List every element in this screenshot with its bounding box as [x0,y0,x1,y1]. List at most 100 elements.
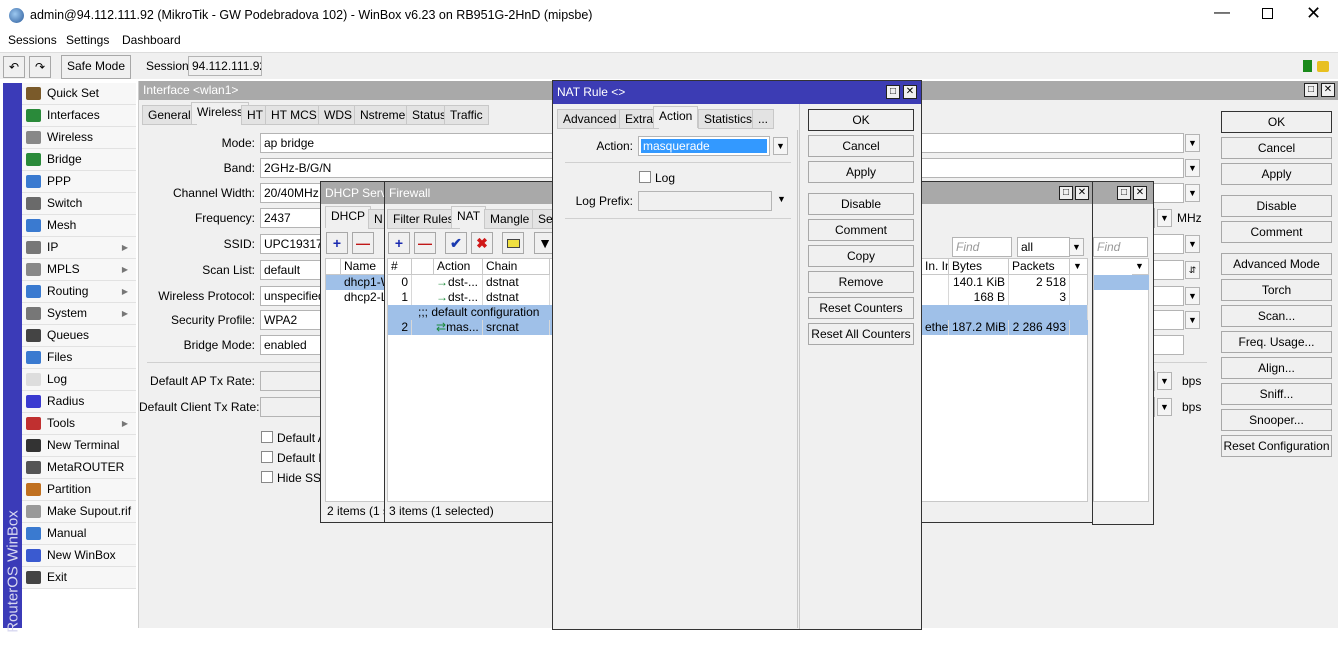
tab-more[interactable]: ... [752,109,775,129]
close-icon[interactable]: ✕ [1321,83,1335,97]
sidebar-item-files[interactable]: Files [22,347,136,369]
disable-button[interactable]: Disable [808,193,914,215]
column-menu-icon[interactable]: ▼ [1132,259,1149,275]
add-icon[interactable]: + [388,232,410,254]
sidebar-item-switch[interactable]: Switch [22,193,136,215]
dropdown-icon[interactable]: ▼ [1185,134,1200,152]
scan-button[interactable]: Scan... [1221,305,1332,327]
sidebar-item-radius[interactable]: Radius [22,391,136,413]
tab-filter-rules[interactable]: Filter Rules [387,209,460,229]
remove-button[interactable]: Remove [808,271,914,293]
tab-advanced[interactable]: Advanced [557,109,623,129]
disable-icon[interactable]: ✖ [471,232,493,254]
default-authenticate-checkbox[interactable] [261,431,273,443]
tab-general[interactable]: General [142,105,197,125]
column-chain[interactable]: Chain [483,259,550,275]
column-flags[interactable] [412,259,434,275]
maximize-icon[interactable]: □ [1304,83,1318,97]
cancel-button[interactable]: Cancel [808,135,914,157]
sidebar-item-mpls[interactable]: MPLS ▶ [22,259,136,281]
close-icon[interactable]: ✕ [1133,186,1147,200]
tab-ht-mcs[interactable]: HT MCS [265,105,323,125]
find-input[interactable]: Find [1093,237,1148,257]
tab-nat[interactable]: NAT [451,206,487,228]
sidebar-item-ip[interactable]: IP ▶ [22,237,136,259]
sidebar-item-manual[interactable]: Manual [22,523,136,545]
action-select[interactable]: masquerade [638,136,770,156]
tab-dhcp[interactable]: DHCP [325,206,372,228]
column-bytes[interactable]: Bytes [949,259,1009,275]
comment-button[interactable]: Comment [808,219,914,241]
dropdown-icon[interactable]: ▼ [1185,287,1200,305]
remove-icon[interactable]: — [414,232,436,254]
reset-configuration-button[interactable]: Reset Configuration [1221,435,1332,457]
dropdown-icon[interactable]: ▼ [773,137,788,155]
tab-mangle[interactable]: Mangle [484,209,536,229]
sidebar-item-bridge[interactable]: Bridge [22,149,136,171]
menu-dashboard[interactable]: Dashboard [122,33,181,47]
sidebar-item-interfaces[interactable]: Interfaces [22,105,136,127]
dropdown-icon[interactable]: ▼ [1157,398,1172,416]
sidebar-item-new-terminal[interactable]: New Terminal [22,435,136,457]
tab-wds[interactable]: WDS [318,105,358,125]
sidebar-item-quick-set[interactable]: Quick Set [22,83,136,105]
find-input[interactable]: Find [952,237,1012,257]
maximize-icon[interactable]: □ [886,85,900,99]
maximize-icon[interactable]: □ [1059,186,1073,200]
menu-sessions[interactable]: Sessions [8,33,57,47]
column-in-interface[interactable]: In. Int... [922,259,949,275]
default-forward-checkbox[interactable] [261,451,273,463]
table-row[interactable]: dhcp1-WAN [326,275,385,290]
log-checkbox[interactable] [639,171,651,183]
add-icon[interactable]: + [326,232,348,254]
comment-button[interactable]: Comment [1221,221,1332,243]
sidebar-item-make-supout-rif[interactable]: Make Supout.rif [22,501,136,523]
sidebar-item-exit[interactable]: Exit [22,567,136,589]
column-menu-icon[interactable]: ▼ [1070,259,1088,275]
advanced-mode-button[interactable]: Advanced Mode [1221,253,1332,275]
column-packets[interactable]: Packets [1009,259,1070,275]
dropdown-icon[interactable]: ▼ [1185,235,1200,253]
reset-all-counters-button[interactable]: Reset All Counters [808,323,914,345]
close-button[interactable]: ✕ [1306,3,1321,24]
maximize-button[interactable] [1262,8,1273,19]
table-row[interactable] [1094,275,1149,290]
redo-button[interactable]: ↷ [29,56,51,78]
remove-icon[interactable]: — [352,232,374,254]
ok-button[interactable]: OK [1221,111,1332,133]
sidebar-item-new-winbox[interactable]: New WinBox [22,545,136,567]
close-icon[interactable]: ✕ [1075,186,1089,200]
reset-counters-button[interactable]: Reset Counters [808,297,914,319]
column-name[interactable]: Name [341,259,385,275]
log-prefix-input[interactable] [638,191,772,211]
tab-statistics[interactable]: Statistics [698,109,759,129]
tab-action[interactable]: Action [653,106,699,128]
minimize-button[interactable]: — [1214,4,1230,22]
undo-button[interactable]: ↶ [3,56,25,78]
disable-button[interactable]: Disable [1221,195,1332,217]
comment-icon[interactable] [502,232,524,254]
tab-traffic[interactable]: Traffic [444,105,489,125]
column-num[interactable]: # [388,259,412,275]
sidebar-item-log[interactable]: Log [22,369,136,391]
torch-button[interactable]: Torch [1221,279,1332,301]
maximize-icon[interactable]: □ [1117,186,1131,200]
align-button[interactable]: Align... [1221,357,1332,379]
apply-button[interactable]: Apply [808,161,914,183]
sidebar-item-mesh[interactable]: Mesh [22,215,136,237]
sidebar-item-queues[interactable]: Queues [22,325,136,347]
freq-usage-button[interactable]: Freq. Usage... [1221,331,1332,353]
table-row[interactable]: dhcp2-LAN [326,290,385,305]
dropdown-icon[interactable]: ▼ [1069,238,1084,256]
dropdown-icon[interactable]: ▼ [1157,372,1172,390]
close-icon[interactable]: ✕ [903,85,917,99]
dropdown-icon[interactable]: ▼ [1185,311,1200,329]
hide-ssid-checkbox[interactable] [261,471,273,483]
ok-button[interactable]: OK [808,109,914,131]
tab-nstreme[interactable]: Nstreme [354,105,412,125]
dropdown-icon[interactable]: ▼ [1185,184,1200,202]
snooper-button[interactable]: Snooper... [1221,409,1332,431]
sidebar-item-metarouter[interactable]: MetaROUTER [22,457,136,479]
dropdown-icon[interactable]: ▼ [1185,159,1200,177]
sidebar-item-routing[interactable]: Routing ▶ [22,281,136,303]
